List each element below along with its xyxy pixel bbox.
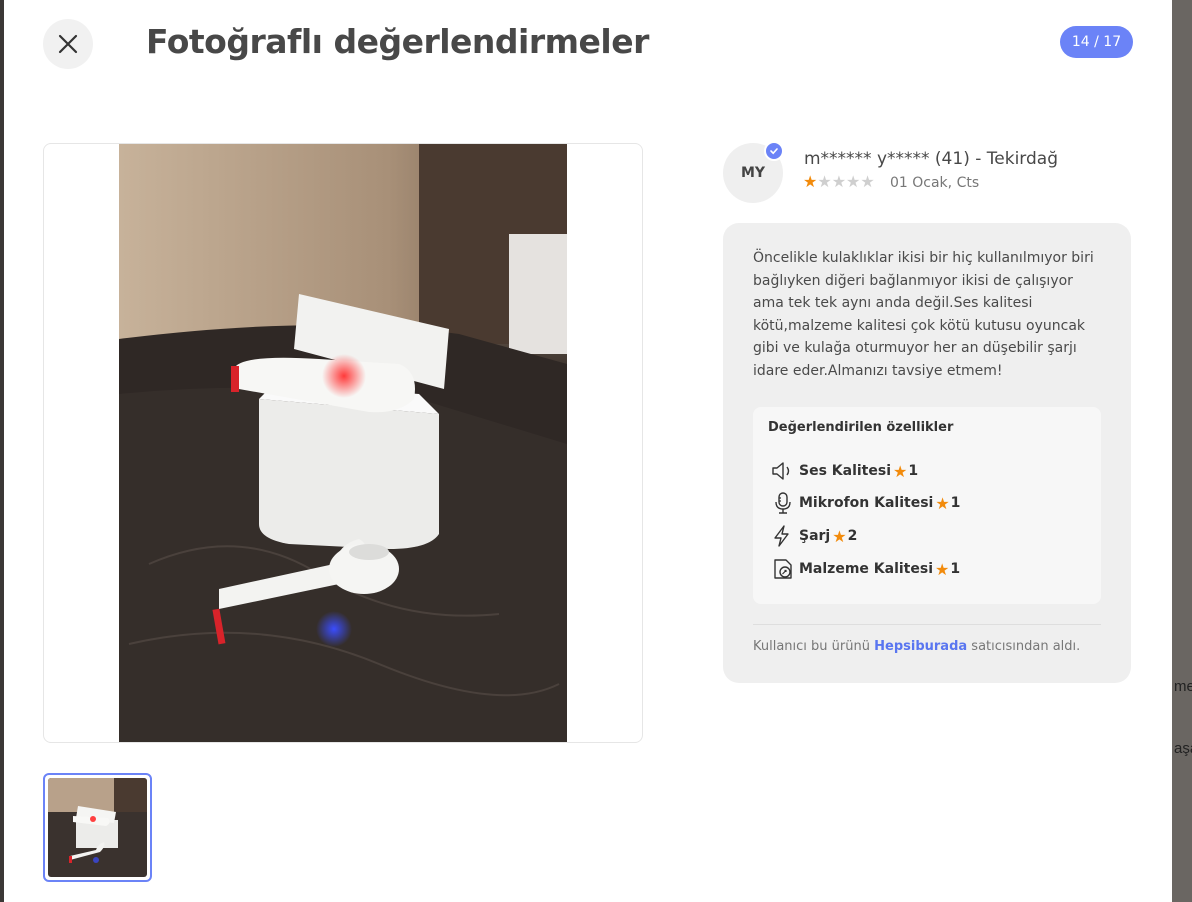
star-icon: ★ bbox=[935, 559, 950, 579]
feature-value: 1 bbox=[950, 495, 961, 511]
features-title: Değerlendirilen özellikler bbox=[768, 420, 954, 435]
seller-link[interactable]: Hepsiburada bbox=[874, 639, 967, 654]
feature-charging: Şarj ★ 2 bbox=[771, 523, 857, 549]
image-counter: 14 / 17 bbox=[1060, 26, 1133, 58]
seller-info: Kullanıcı bu ürünü Hepsiburada satıcısın… bbox=[753, 639, 1080, 654]
close-icon bbox=[58, 34, 78, 54]
review-date: 01 Ocak, Cts bbox=[890, 175, 980, 191]
photo-reviews-modal: Fotoğraflı değerlendirmeler 14 / 17 MY m… bbox=[4, 0, 1172, 902]
backdrop-right-strip bbox=[1172, 0, 1192, 902]
material-icon bbox=[774, 559, 792, 579]
divider bbox=[753, 624, 1101, 625]
star-empty-icon: ★ bbox=[817, 172, 832, 191]
star-filled-icon: ★ bbox=[803, 172, 818, 191]
review-card: Öncelikle kulaklıklar ikisi bir hiç kull… bbox=[723, 223, 1131, 683]
lightning-icon bbox=[774, 525, 789, 547]
speaker-icon bbox=[772, 462, 790, 480]
star-empty-icon: ★ bbox=[831, 172, 847, 191]
review-photo bbox=[119, 144, 567, 742]
checkmark-icon bbox=[770, 148, 778, 155]
page-title: Fotoğraflı değerlendirmeler bbox=[146, 22, 649, 61]
feature-material-quality: Malzeme Kalitesi ★ 1 bbox=[771, 556, 960, 582]
star-empty-icon: ★ bbox=[846, 172, 861, 191]
star-icon: ★ bbox=[832, 526, 847, 546]
rating-stars: ★ ★ ★ ★ ★ bbox=[803, 174, 875, 190]
feature-value: 2 bbox=[847, 528, 858, 544]
star-icon: ★ bbox=[935, 493, 950, 513]
reviewer-name: m****** y***** (41) - Tekirdağ bbox=[804, 149, 1058, 169]
close-button[interactable] bbox=[43, 19, 93, 69]
feature-label: Şarj bbox=[799, 528, 831, 544]
feature-value: 1 bbox=[908, 463, 919, 479]
seller-prefix: Kullanıcı bu ürünü bbox=[753, 639, 870, 654]
feature-label: Ses Kalitesi bbox=[799, 463, 891, 479]
feature-label: Malzeme Kalitesi bbox=[799, 561, 933, 577]
feature-value: 1 bbox=[950, 561, 961, 577]
verified-badge bbox=[764, 141, 784, 161]
star-icon: ★ bbox=[893, 461, 908, 481]
rated-features-box: Değerlendirilen özellikler Ses Kalitesi … bbox=[753, 407, 1101, 604]
star-empty-icon: ★ bbox=[860, 172, 875, 191]
review-image-viewer bbox=[43, 143, 643, 743]
feature-label: Mikrofon Kalitesi bbox=[799, 495, 934, 511]
seller-suffix: satıcısından aldı. bbox=[971, 639, 1081, 654]
backdrop-text: aşa bbox=[1174, 740, 1192, 757]
backdrop-text: me bbox=[1174, 678, 1192, 695]
review-text: Öncelikle kulaklıklar ikisi bir hiç kull… bbox=[753, 250, 1094, 379]
microphone-icon bbox=[775, 492, 791, 514]
feature-sound-quality: Ses Kalitesi ★ 1 bbox=[771, 458, 918, 484]
feature-microphone-quality: Mikrofon Kalitesi ★ 1 bbox=[771, 490, 960, 516]
photo-thumbnail[interactable] bbox=[43, 773, 152, 882]
